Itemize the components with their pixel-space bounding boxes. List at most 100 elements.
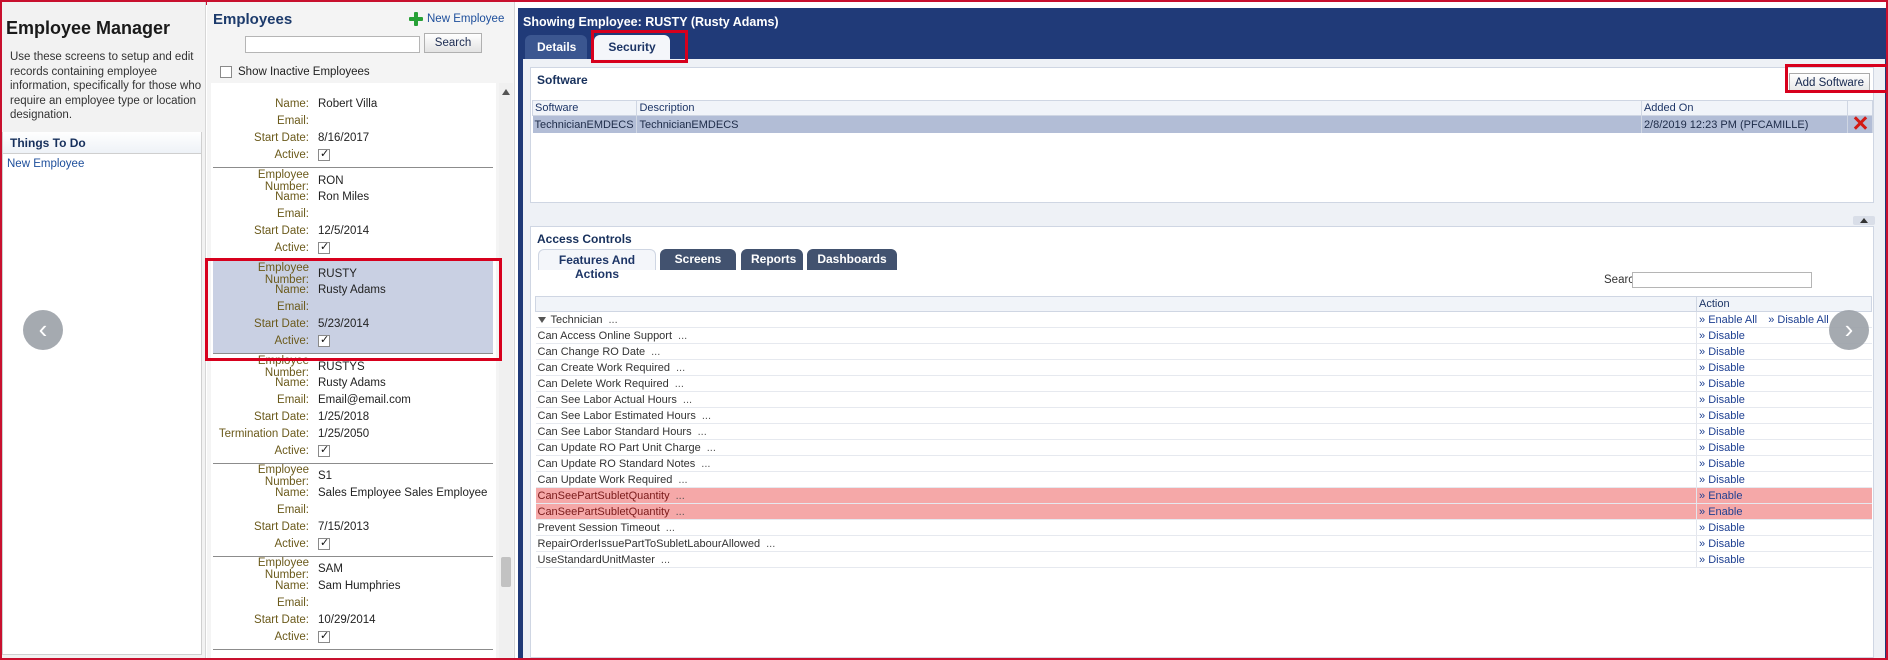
permission-more[interactable]: ...: [678, 474, 687, 486]
permission-action-link[interactable]: » Disable: [1696, 551, 1872, 568]
permission-action-link[interactable]: » Enable: [1696, 487, 1872, 504]
permission-row[interactable]: CanSeePartSubletQuantity...» Enable: [535, 487, 1872, 504]
tab-reports[interactable]: Reports: [741, 249, 803, 270]
tab-screens[interactable]: Screens: [660, 249, 736, 270]
permission-row[interactable]: Prevent Session Timeout...» Disable: [535, 519, 1872, 536]
show-inactive-checkbox[interactable]: [220, 66, 232, 78]
employee-active-row: Active:: [213, 239, 493, 256]
column-header-software[interactable]: Software: [531, 100, 638, 116]
permission-action-link[interactable]: » Disable: [1696, 359, 1872, 376]
employee-email-row: Email:: [213, 299, 493, 316]
permission-row[interactable]: CanSeePartSubletQuantity...» Enable: [535, 503, 1872, 520]
permission-row[interactable]: Can Create Work Required...» Disable: [535, 359, 1872, 376]
employee-search-input[interactable]: [245, 36, 420, 53]
permission-more[interactable]: ...: [698, 426, 707, 438]
permission-more[interactable]: ...: [702, 410, 711, 422]
permission-more[interactable]: ...: [707, 442, 716, 454]
permission-action-link[interactable]: » Enable: [1696, 503, 1872, 520]
delete-x-icon[interactable]: [1853, 116, 1867, 130]
show-inactive-row[interactable]: Show Inactive Employees: [220, 66, 370, 78]
permission-row[interactable]: RepairOrderIssuePartToSubletLabourAllowe…: [535, 535, 1872, 552]
enable-all-link[interactable]: » Enable All: [1699, 314, 1757, 326]
active-checkbox[interactable]: [318, 240, 330, 254]
permission-more[interactable]: ...: [678, 330, 687, 342]
employee-number-row: Employee Number: S1: [213, 464, 493, 488]
new-employee-link[interactable]: New Employee: [3, 154, 201, 174]
add-software-button[interactable]: Add Software: [1789, 73, 1870, 93]
permission-action-link[interactable]: » Disable: [1696, 407, 1872, 424]
permission-action-link[interactable]: » Disable: [1696, 439, 1872, 456]
permission-cell: Can Update Work Required...: [535, 471, 1697, 488]
permission-action-link[interactable]: » Disable: [1696, 423, 1872, 440]
group-row-technician[interactable]: Technician... » Enable All » Disable All: [535, 311, 1872, 328]
disable-all-link[interactable]: » Disable All: [1768, 314, 1829, 326]
acl-header-row: Action: [534, 296, 1872, 312]
column-header-description[interactable]: Description: [636, 100, 1642, 116]
permission-row[interactable]: Can Update Work Required...» Disable: [535, 471, 1872, 488]
employee-start-date: 7/15/2013: [318, 520, 370, 533]
permission-more[interactable]: ...: [661, 554, 670, 566]
active-checkbox[interactable]: [318, 629, 330, 643]
permission-row[interactable]: Can Change RO Date...» Disable: [535, 343, 1872, 360]
permission-action-link[interactable]: » Disable: [1696, 535, 1872, 552]
permission-row[interactable]: Can See Labor Actual Hours...» Disable: [535, 391, 1872, 408]
collapse-arrow-icon[interactable]: [1853, 216, 1875, 225]
software-name: TechnicianEMDECS: [532, 115, 638, 133]
column-header-delete: [1846, 100, 1874, 116]
tab-security[interactable]: Security: [594, 35, 670, 59]
permission-action-link[interactable]: » Disable: [1696, 471, 1872, 488]
permission-action-link[interactable]: » Disable: [1696, 391, 1872, 408]
employee-email-row: Email:: [213, 595, 493, 612]
permission-row[interactable]: UseStandardUnitMaster...» Disable: [535, 551, 1872, 568]
permission-more[interactable]: ...: [651, 346, 660, 358]
permission-more[interactable]: ...: [683, 394, 692, 406]
tab-dashboards[interactable]: Dashboards: [807, 249, 897, 270]
permission-row[interactable]: Can Update RO Part Unit Charge...» Disab…: [535, 439, 1872, 456]
employee-termination-date: 1/25/2050: [318, 427, 370, 440]
permission-more[interactable]: ...: [676, 506, 685, 518]
permission-more[interactable]: ...: [666, 522, 675, 534]
permission-row[interactable]: Can See Labor Standard Hours...» Disable: [535, 423, 1872, 440]
next-arrow-icon[interactable]: ›: [1829, 310, 1869, 350]
new-employee-button[interactable]: New Employee: [409, 12, 504, 26]
tab-features-and-actions[interactable]: Features And Actions: [538, 249, 656, 281]
employee-card[interactable]: Name: Robert Villa Email: Start Date: 8/16…: [213, 83, 493, 169]
permission-cell: Prevent Session Timeout...: [535, 519, 1697, 536]
permission-action-link[interactable]: » Disable: [1696, 519, 1872, 536]
employee-list-scrollbar[interactable]: [499, 83, 513, 658]
active-checkbox[interactable]: [318, 147, 330, 161]
employee-card[interactable]: Employee Number: SAM Name: Sam Humphries E…: [213, 557, 493, 650]
employee-active-row: Active:: [213, 332, 493, 349]
column-header-added-on[interactable]: Added On: [1640, 100, 1848, 116]
employee-card[interactable]: Employee Number: S1 Name: Sales Employee S…: [213, 464, 493, 557]
permission-more[interactable]: ...: [676, 490, 685, 502]
permission-row[interactable]: Can Update RO Standard Notes...» Disable: [535, 455, 1872, 472]
permission-more[interactable]: ...: [675, 378, 684, 390]
permission-action-link[interactable]: » Disable: [1696, 455, 1872, 472]
employee-card[interactable]: Employee Number: RON Name: Ron Miles Email…: [213, 168, 493, 262]
search-button[interactable]: Search: [424, 33, 482, 53]
active-checkbox[interactable]: [318, 333, 330, 347]
active-checkbox[interactable]: [318, 443, 330, 457]
employee-start-row: Start Date: 1/25/2018: [213, 409, 493, 426]
permission-more[interactable]: ...: [676, 362, 685, 374]
employee-list[interactable]: Name: Robert Villa Email: Start Date: 8/16…: [211, 83, 496, 658]
employee-card-selected[interactable]: Employee Number: RUSTY Name: Rusty Adams E…: [213, 261, 493, 355]
active-checkbox[interactable]: [318, 536, 330, 550]
software-row[interactable]: TechnicianEMDECS TechnicianEMDECS 2/8/20…: [532, 115, 1874, 133]
permission-action-link[interactable]: » Disable: [1696, 375, 1872, 392]
employee-card[interactable]: Employee Number: RUSTYS Name: Rusty Adams …: [213, 354, 493, 464]
expand-triangle-icon[interactable]: [537, 316, 546, 323]
group-more[interactable]: ...: [608, 314, 617, 326]
scroll-up-arrow-icon[interactable]: [502, 89, 510, 95]
previous-arrow-icon[interactable]: ‹: [23, 310, 63, 350]
permission-row[interactable]: Can Access Online Support...» Disable: [535, 327, 1872, 344]
acl-search-input[interactable]: [1632, 272, 1812, 288]
permission-row[interactable]: Can See Labor Estimated Hours...» Disabl…: [535, 407, 1872, 424]
employee-name: Robert Villa: [318, 98, 378, 111]
permission-more[interactable]: ...: [766, 538, 775, 550]
tab-details[interactable]: Details: [525, 35, 587, 59]
permission-more[interactable]: ...: [701, 458, 710, 470]
scroll-thumb[interactable]: [501, 557, 511, 587]
permission-row[interactable]: Can Delete Work Required...» Disable: [535, 375, 1872, 392]
